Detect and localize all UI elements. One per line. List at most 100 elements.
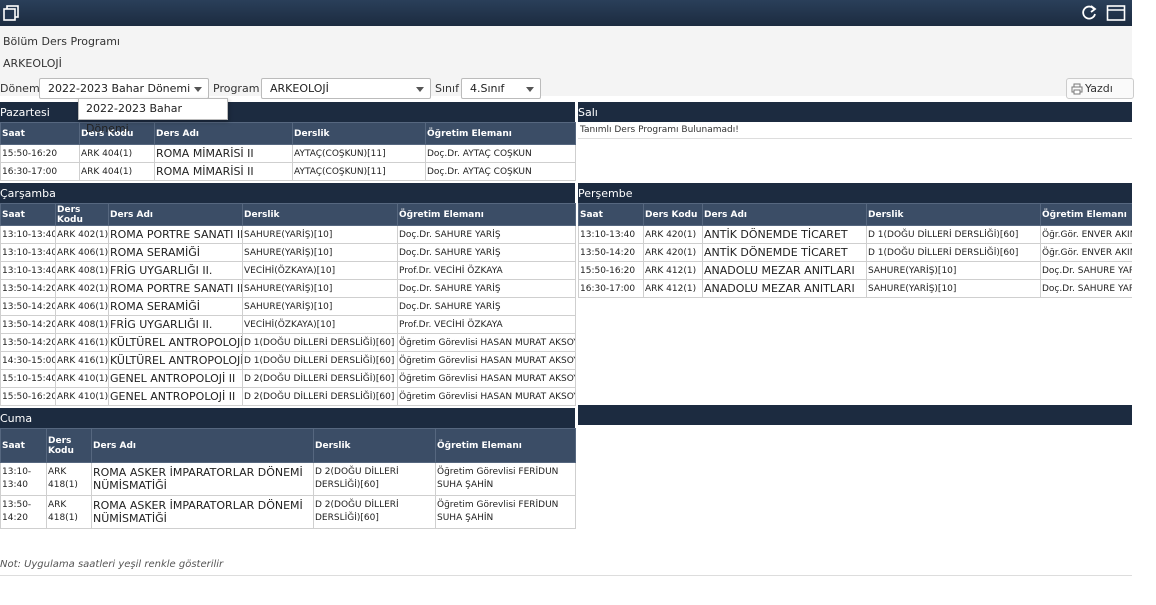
department-name: ARKEOLOJİ [3, 57, 62, 70]
table-row: 13:50-14:20 ARK 416(1) KÜLTÜREL ANTROPOLOJ… [0, 333, 576, 352]
table-row: 13:10-13:40 ARK 420(1) ANTİK DÖNEMDE TİCAR… [578, 225, 1132, 244]
col-header: Derslik [242, 203, 398, 226]
room-cell: D 2(DOĞU DİLLERİ DERSLİĞİ)[60] [242, 387, 398, 406]
instructor-cell: Doç.Dr. SAHURE YARİŞ [397, 279, 576, 298]
program-label: Program [213, 82, 260, 95]
time-cell: 13:50-14:20 [0, 333, 56, 352]
course-cell: ROMA MİMARİSİ II [154, 162, 293, 181]
course-cell: FRİG UYGARLIĞI II. [108, 315, 243, 334]
friday-table: Saat Ders Kodu Ders Adı Derslik Öğretim … [0, 428, 576, 529]
chevron-down-icon [526, 87, 534, 92]
table-row: 15:10-15:40 ARK 410(1) GENEL ANTROPOLOJİ I… [0, 369, 576, 388]
room-cell: AYTAÇ(COŞKUN)[11] [292, 144, 426, 163]
room-cell: SAHURE(YARİŞ)[10] [866, 279, 1041, 298]
instructor-cell: Öğr.Gör. ENVER AKIN [1040, 225, 1132, 244]
room-cell: VECİHİ(ÖZKAYA)[10] [242, 261, 398, 280]
printer-icon [1071, 83, 1083, 95]
time-cell: 13:10-13:40 [0, 462, 47, 496]
instructor-cell: Öğr.Gör. ENVER AKIN [1040, 243, 1132, 262]
chevron-down-icon [416, 87, 424, 92]
room-cell: D 2(DOĞU DİLLERİ DERSLİĞİ)[60] [242, 369, 398, 388]
col-header: Öğretim Elemanı [397, 203, 576, 226]
course-cell: ROMA PORTRE SANATI II. [108, 279, 243, 298]
time-cell: 13:50-14:20 [0, 279, 56, 298]
time-cell: 16:30-17:00 [0, 162, 80, 181]
time-cell: 13:50-14:20 [578, 243, 644, 262]
table-row: 15:50-16:20 ARK 404(1) ROMA MİMARİSİ II … [0, 144, 576, 163]
program-select[interactable]: ARKEOLOJİ [261, 78, 431, 99]
course-cell: GENEL ANTROPOLOJİ II [108, 369, 243, 388]
instructor-cell: Doç.Dr. AYTAÇ COŞKUN [425, 144, 576, 163]
filter-bar: Dönem 2022-2023 Bahar Dönemi Program ARK… [0, 78, 1134, 99]
room-cell: SAHURE(YARİŞ)[10] [242, 279, 398, 298]
code-cell: ARK 418(1) [46, 462, 92, 496]
instructor-cell: Öğretim Görevlisi HASAN MURAT AKSOY [397, 387, 576, 406]
footer-note: Not: Uygulama saatleri yeşil renkle göst… [0, 559, 224, 570]
window-icon[interactable] [1106, 4, 1126, 22]
course-cell: KÜLTÜREL ANTROPOLOJİ [108, 333, 243, 352]
friday-panel: Cuma Saat Ders Kodu Ders Adı Derslik Öğr… [0, 408, 576, 529]
time-cell: 13:50-14:20 [0, 297, 56, 316]
table-row: 13:50-14:20 ARK 402(1) ROMA PORTRE SANATI … [0, 279, 576, 298]
table-row: 14:30-15:00 ARK 416(1) KÜLTÜREL ANTROPOLOJ… [0, 351, 576, 370]
room-cell: SAHURE(YARİŞ)[10] [242, 225, 398, 244]
instructor-cell: Doç.Dr. SAHURE YARİŞ [397, 297, 576, 316]
course-cell: ANTİK DÖNEMDE TİCARET [702, 225, 867, 244]
room-cell: D 1(DOĞU DİLLERİ DERSLİĞİ)[60] [866, 225, 1041, 244]
col-header: Öğretim Elemanı [1040, 203, 1132, 226]
col-header: Ders Kodu [46, 428, 92, 463]
code-cell: ARK 402(1) [55, 225, 109, 244]
col-header: Saat [0, 122, 80, 145]
refresh-icon[interactable] [1080, 4, 1098, 22]
room-cell: D 1(DOĞU DİLLERİ DERSLİĞİ)[60] [242, 351, 398, 370]
table-row: 13:50-14:20 ARK 418(1) ROMA ASKER İMPARATO… [0, 495, 576, 529]
room-cell: D 2(DOĞU DİLLERİ DERSLİĞİ)[60] [313, 495, 436, 529]
window-restore-icon[interactable] [2, 4, 20, 22]
col-header: Derslik [292, 122, 426, 145]
print-button[interactable]: Yazdı [1066, 78, 1134, 99]
room-cell: SAHURE(YARİŞ)[10] [242, 297, 398, 316]
col-header: Saat [0, 203, 56, 226]
period-select[interactable]: 2022-2023 Bahar Dönemi [39, 78, 209, 99]
code-cell: ARK 412(1) [643, 261, 703, 280]
code-cell: ARK 410(1) [55, 369, 109, 388]
time-cell: 13:50-14:20 [0, 315, 56, 334]
code-cell: ARK 404(1) [79, 144, 155, 163]
col-header: Öğretim Elemanı [435, 428, 576, 463]
table-row: 13:10-13:40 ARK 406(1) ROMA SERAMİĞİ SAHURE… [0, 243, 576, 262]
time-cell: 13:10-13:40 [578, 225, 644, 244]
program-select-value: ARKEOLOJİ [270, 82, 329, 95]
course-cell: ROMA PORTRE SANATI II. [108, 225, 243, 244]
time-cell: 13:10-13:40 [0, 243, 56, 262]
room-cell: VECİHİ(ÖZKAYA)[10] [242, 315, 398, 334]
code-cell: ARK 420(1) [643, 243, 703, 262]
time-cell: 14:30-15:00 [0, 351, 56, 370]
table-row: 13:10-13:40 ARK 418(1) ROMA ASKER İMPARATO… [0, 462, 576, 496]
code-cell: ARK 420(1) [643, 225, 703, 244]
col-header: Ders Adı [154, 122, 293, 145]
instructor-cell: Öğretim Görevlisi HASAN MURAT AKSOY [397, 351, 576, 370]
table-row: 13:10-13:40 ARK 402(1) ROMA PORTRE SANATI … [0, 225, 576, 244]
saturday-header [578, 405, 1132, 425]
time-cell: 13:10-13:40 [0, 261, 56, 280]
time-cell: 15:50-16:20 [578, 261, 644, 280]
time-cell: 16:30-17:00 [578, 279, 644, 298]
col-header: Derslik [866, 203, 1041, 226]
table-row: 13:50-14:20 ARK 406(1) ROMA SERAMİĞİ SAHURE… [0, 297, 576, 316]
course-cell: ROMA SERAMİĞİ [108, 243, 243, 262]
page-title: Bölüm Ders Programı [3, 35, 120, 48]
wednesday-panel: Çarşamba Saat Ders Kodu Ders Adı Derslik… [0, 183, 576, 406]
instructor-cell: Doç.Dr. SAHURE YARİŞ [397, 243, 576, 262]
code-cell: ARK 408(1) [55, 315, 109, 334]
tuesday-panel: Salı Tanımlı Ders Programı Bulunamadı! [578, 102, 1132, 139]
class-select[interactable]: 4.Sınıf [461, 78, 541, 99]
period-label: Dönem [0, 82, 40, 95]
code-cell: ARK 404(1) [79, 162, 155, 181]
period-dropdown-option[interactable]: 2022-2023 Bahar Dönemi [78, 98, 228, 135]
instructor-cell: Öğretim Görevlisi FERİDUN SUHA ŞAHİN [435, 495, 576, 529]
course-cell: ANADOLU MEZAR ANITLARI [702, 261, 867, 280]
course-cell: ANADOLU MEZAR ANITLARI [702, 279, 867, 298]
instructor-cell: Doç.Dr. SAHURE YARİŞ [1040, 279, 1132, 298]
course-cell: ROMA MİMARİSİ II [154, 144, 293, 163]
time-cell: 13:50-14:20 [0, 495, 47, 529]
